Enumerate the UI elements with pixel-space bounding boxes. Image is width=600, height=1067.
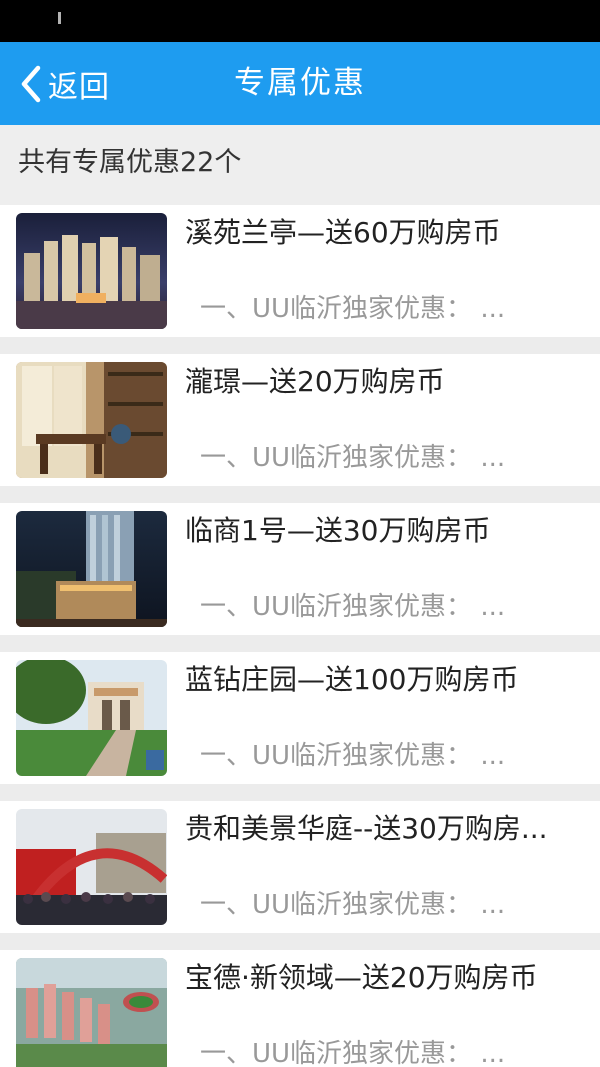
item-title: 瀧璟—送20万购房币 — [185, 365, 445, 398]
list-item[interactable]: 贵和美景华庭--送30万购房... 一、UU临沂独家优惠： ... — [0, 801, 600, 933]
aerial-residential-render-image — [16, 958, 167, 1067]
item-description: 一、UU临沂独家优惠： ... — [200, 294, 506, 324]
item-description: 一、UU临沂独家优惠： ... — [200, 443, 506, 473]
status-bar — [0, 0, 600, 42]
item-description: 一、UU临沂独家优惠： ... — [200, 741, 506, 771]
list-divider — [0, 784, 600, 801]
item-description: 一、UU临沂独家优惠： ... — [200, 1039, 506, 1067]
item-title: 宝德·新领域—送20万购房币 — [185, 961, 538, 994]
item-title: 溪苑兰亭—送60万购房币 — [185, 216, 501, 249]
list-divider — [0, 337, 600, 354]
night-tower-building-image — [16, 511, 167, 627]
list-divider — [0, 933, 600, 950]
night-cityscape-image — [16, 213, 167, 329]
item-description: 一、UU临沂独家优惠： ... — [200, 890, 506, 920]
list-item[interactable]: 溪苑兰亭—送60万购房币 一、UU临沂独家优惠： ... — [0, 205, 600, 337]
item-title: 蓝钻庄园—送100万购房币 — [185, 663, 519, 696]
list-divider — [0, 486, 600, 503]
study-room-interior-image — [16, 362, 167, 478]
back-button[interactable]: 返回 — [18, 42, 110, 125]
garden-villa-entrance-image — [16, 660, 167, 776]
list-divider — [0, 635, 600, 652]
list-item[interactable]: 蓝钻庄园—送100万购房币 一、UU临沂独家优惠： ... — [0, 652, 600, 784]
list-item[interactable]: 宝德·新领域—送20万购房币 一、UU临沂独家优惠： ... — [0, 950, 600, 1067]
crowd-event-arch-image — [16, 809, 167, 925]
item-title: 贵和美景华庭--送30万购房... — [185, 812, 548, 845]
summary-bar: 共有专属优惠22个 — [0, 125, 600, 205]
offer-list: 溪苑兰亭—送60万购房币 一、UU临沂独家优惠： ... 瀧璟—送20万购房币 … — [0, 205, 600, 1067]
list-item[interactable]: 瀧璟—送20万购房币 一、UU临沂独家优惠： ... — [0, 354, 600, 486]
chevron-left-icon — [18, 64, 44, 104]
item-description: 一、UU临沂独家优惠： ... — [200, 592, 506, 622]
nav-bar: 专属优惠 返回 — [0, 42, 600, 125]
list-item[interactable]: 临商1号—送30万购房币 一、UU临沂独家优惠： ... — [0, 503, 600, 635]
item-title: 临商1号—送30万购房币 — [185, 514, 491, 547]
back-label: 返回 — [48, 69, 110, 105]
status-indicator — [58, 12, 61, 24]
